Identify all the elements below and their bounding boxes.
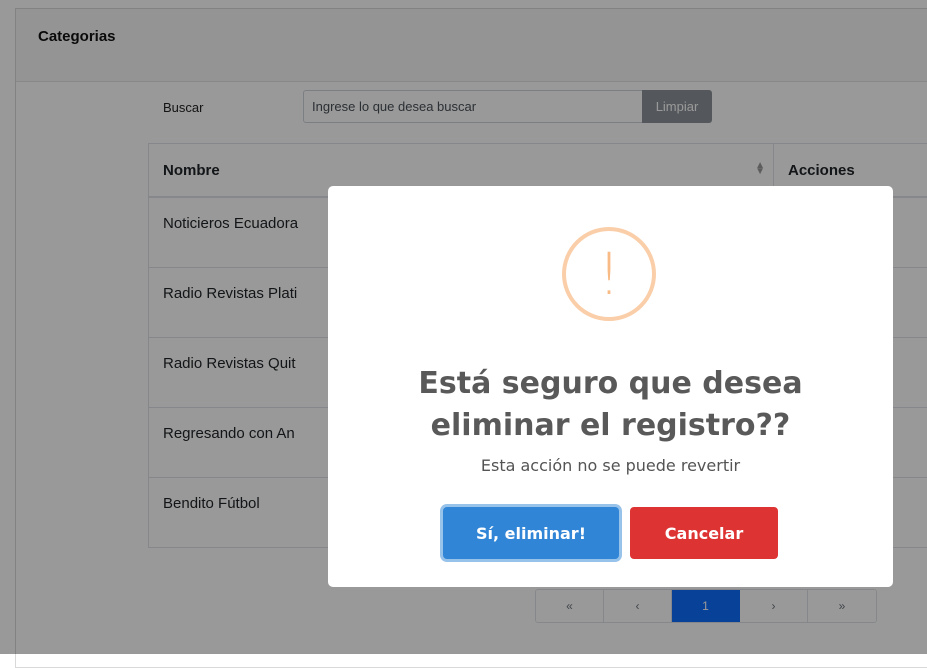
confirm-delete-dialog: ! Está seguro que desea eliminar el regi… [328, 186, 893, 587]
cancel-button[interactable]: Cancelar [630, 507, 778, 559]
dialog-title: Está seguro que desea eliminar el regist… [348, 363, 873, 447]
confirm-delete-button[interactable]: Sí, eliminar! [443, 507, 619, 559]
warning-icon: ! [562, 227, 656, 321]
dialog-message: Esta acción no se puede revertir [328, 456, 893, 475]
